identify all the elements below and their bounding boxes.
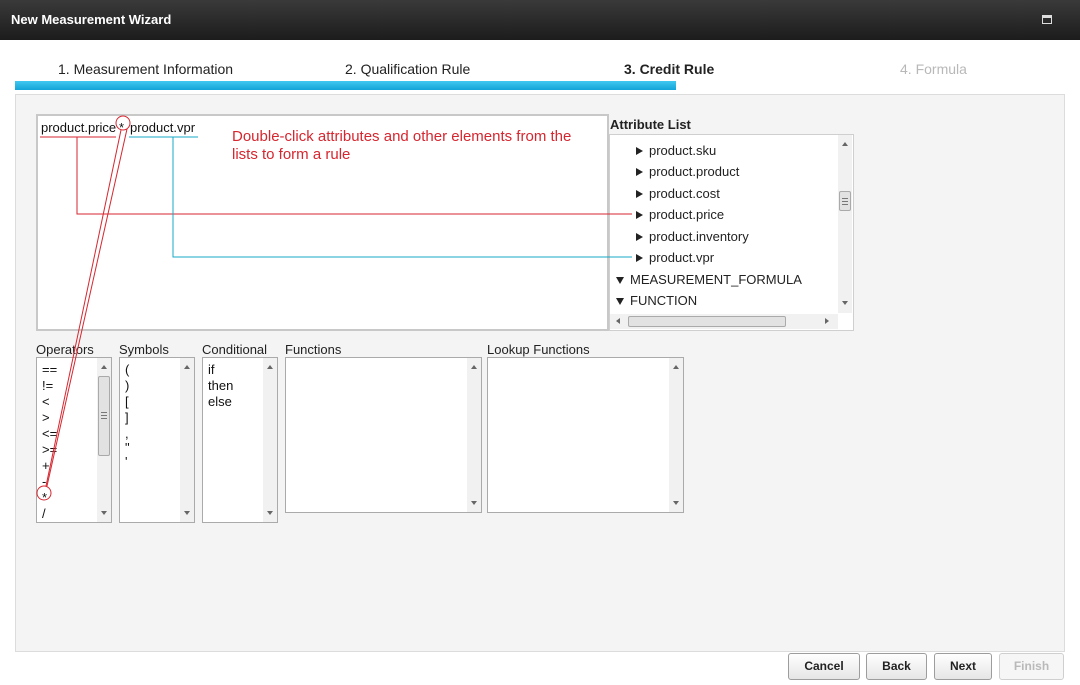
expand-arrow-icon [636, 190, 643, 198]
attribute-list-hscrollbar[interactable] [610, 314, 838, 329]
step-credit-rule: 3. Credit Rule [624, 61, 715, 77]
scroll-down-icon[interactable] [184, 511, 190, 515]
scroll-down-icon[interactable] [101, 511, 107, 515]
step-qualification-rule: 2. Qualification Rule [345, 61, 471, 77]
functions-label: Functions [285, 342, 342, 357]
scroll-up-icon[interactable] [101, 365, 107, 369]
conditional-list[interactable]: if then else [202, 357, 278, 523]
scroll-up-icon[interactable] [184, 365, 190, 369]
symbols-list[interactable]: ( ) [ ] , " ' [119, 357, 195, 523]
symbol-item[interactable]: [ [125, 394, 129, 410]
attribute-group[interactable]: FUNCTION [616, 293, 697, 308]
attribute-item[interactable]: product.inventory [636, 229, 749, 244]
rule-hint: Double-click attributes and other elemen… [232, 128, 572, 163]
lookup-functions-label: Lookup Functions [487, 342, 590, 357]
window-title: New Measurement Wizard [11, 12, 172, 27]
lookup-functions-vscrollbar[interactable] [669, 358, 683, 512]
scroll-left-icon[interactable] [616, 318, 620, 324]
next-button[interactable]: Next [934, 653, 992, 680]
expand-arrow-icon [636, 147, 643, 155]
scroll-up-icon[interactable] [267, 365, 273, 369]
operators-vscrollbar[interactable] [97, 358, 111, 522]
attribute-item[interactable]: product.cost [636, 186, 720, 201]
attribute-item[interactable]: product.price [636, 207, 724, 222]
maximize-icon[interactable] [1042, 15, 1052, 24]
attribute-item[interactable]: product.vpr [636, 250, 714, 265]
operator-item[interactable]: * [42, 490, 47, 506]
lookup-functions-list[interactable] [487, 357, 684, 513]
step-measurement-information: 1. Measurement Information [58, 61, 234, 77]
scroll-right-icon[interactable] [825, 318, 829, 324]
collapse-arrow-icon [616, 277, 624, 284]
operator-item[interactable]: > [42, 410, 50, 426]
step-formula: 4. Formula [900, 61, 967, 77]
operator-item[interactable]: < [42, 394, 50, 410]
operators-list[interactable]: == != < > <= >= + - * / [36, 357, 112, 523]
operator-item[interactable]: <= [42, 426, 57, 442]
operators-label: Operators [36, 342, 94, 357]
scroll-thumb[interactable] [98, 376, 110, 456]
operator-item[interactable]: != [42, 378, 53, 394]
expand-arrow-icon [636, 254, 643, 262]
attribute-list-vscrollbar[interactable] [838, 135, 852, 313]
operator-item[interactable]: == [42, 362, 57, 378]
expand-arrow-icon [636, 211, 643, 219]
scroll-down-icon[interactable] [267, 511, 273, 515]
symbol-item[interactable]: ' [125, 454, 127, 470]
scroll-down-icon[interactable] [673, 501, 679, 505]
wizard-progress-bar [15, 81, 676, 90]
conditional-item[interactable]: then [208, 378, 233, 394]
attribute-group[interactable]: MEASUREMENT_FORMULA [616, 272, 802, 287]
rule-token-product-vpr[interactable]: product.vpr [130, 120, 195, 135]
attribute-list-label: Attribute List [610, 117, 691, 132]
scroll-up-icon[interactable] [842, 142, 848, 146]
conditional-item[interactable]: else [208, 394, 232, 410]
rule-token-product-price[interactable]: product.price [41, 120, 116, 135]
symbol-item[interactable]: ] [125, 410, 129, 426]
conditional-item[interactable]: if [208, 362, 215, 378]
cancel-button[interactable]: Cancel [788, 653, 860, 680]
conditional-vscrollbar[interactable] [263, 358, 277, 522]
scroll-down-icon[interactable] [471, 501, 477, 505]
attribute-item[interactable]: product.sku [636, 143, 716, 158]
title-bar: New Measurement Wizard [0, 0, 1080, 40]
scroll-up-icon[interactable] [673, 365, 679, 369]
expand-arrow-icon [636, 168, 643, 176]
scroll-down-icon[interactable] [842, 301, 848, 305]
back-button[interactable]: Back [866, 653, 927, 680]
operator-item[interactable]: - [42, 474, 46, 490]
symbol-item[interactable]: ) [125, 378, 129, 394]
operator-item[interactable]: / [42, 506, 46, 522]
collapse-arrow-icon [616, 298, 624, 305]
operator-item[interactable]: + [42, 458, 50, 474]
operator-item[interactable]: >= [42, 442, 57, 458]
attribute-item[interactable]: product.product [636, 164, 739, 179]
scroll-thumb[interactable] [839, 191, 851, 211]
scroll-up-icon[interactable] [471, 365, 477, 369]
scroll-thumb[interactable] [628, 316, 786, 327]
rule-token-operator[interactable]: * [119, 120, 124, 135]
expand-arrow-icon [636, 233, 643, 241]
functions-list[interactable] [285, 357, 482, 513]
symbols-vscrollbar[interactable] [180, 358, 194, 522]
symbols-label: Symbols [119, 342, 169, 357]
conditional-label: Conditional [202, 342, 268, 357]
finish-button[interactable]: Finish [999, 653, 1064, 680]
symbol-item[interactable]: ( [125, 362, 129, 378]
functions-vscrollbar[interactable] [467, 358, 481, 512]
